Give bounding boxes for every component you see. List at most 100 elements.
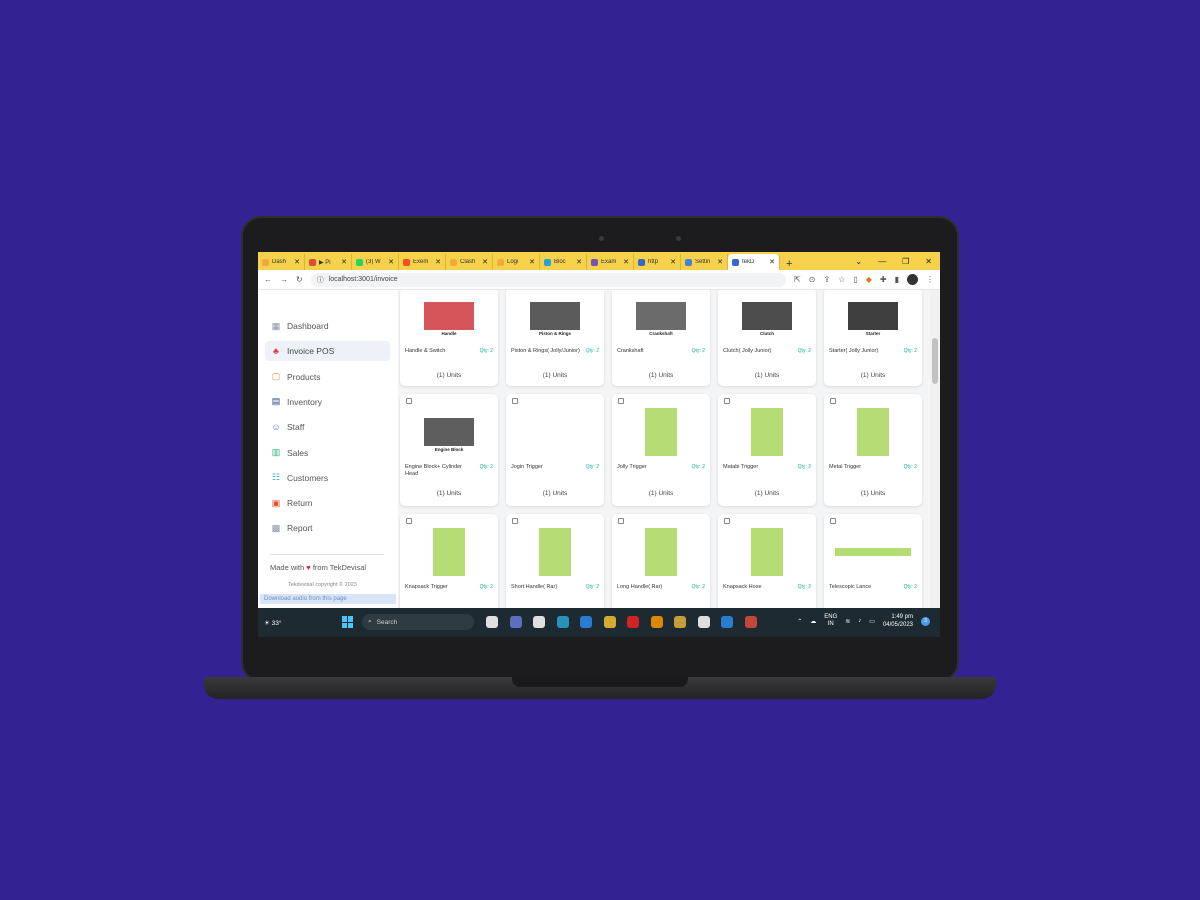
browser-tab[interactable]: Dash ✕ (258, 254, 305, 270)
taskbar-search[interactable]: ⌕ Search (362, 614, 474, 630)
taskbar-app-icon[interactable] (580, 616, 592, 628)
info-icon[interactable]: ⓘ (317, 275, 324, 285)
browser-tab[interactable]: Logi ✕ (493, 254, 540, 270)
taskbar-app-icon[interactable] (556, 616, 569, 628)
close-icon[interactable]: ✕ (341, 258, 347, 266)
taskbar-app-icon[interactable] (486, 616, 498, 628)
back-icon[interactable]: ← (264, 275, 272, 284)
close-icon[interactable]: ✕ (294, 258, 300, 266)
sidebar-item-sales[interactable]: ▥ Sales (265, 443, 390, 463)
select-checkbox[interactable] (406, 518, 412, 524)
url-field[interactable]: ⓘ localhost:3001/invoice (310, 272, 787, 287)
select-checkbox[interactable] (724, 398, 730, 404)
minimize-icon[interactable]: — (878, 257, 886, 266)
taskbar-app-icon[interactable] (533, 616, 545, 628)
scrollbar-thumb[interactable] (932, 338, 938, 384)
browser-tab[interactable]: Settin ✕ (681, 254, 728, 270)
browser-tab[interactable]: Clash ✕ (446, 254, 493, 270)
extensions-icon[interactable]: ✚ (880, 275, 887, 284)
sidebar-item-products[interactable]: ▢ Products (265, 367, 390, 387)
browser-tab[interactable]: http ✕ (634, 254, 681, 270)
taskbar-app-icon[interactable] (721, 616, 733, 628)
taskbar-app-icon[interactable] (674, 616, 686, 628)
metamask-icon[interactable]: ◆ (866, 275, 872, 284)
sidebar-item-inventory[interactable]: ▤ Inventory (265, 392, 390, 412)
select-checkbox[interactable] (830, 518, 836, 524)
taskbar-app-icon[interactable] (744, 616, 757, 628)
browser-tab[interactable]: Bloc ✕ (540, 254, 587, 270)
scrollbar[interactable] (930, 290, 940, 608)
product-card[interactable]: Jogin Trigger Qty: 2 (1) Units (506, 394, 604, 506)
close-icon[interactable]: ✕ (435, 258, 441, 266)
product-card[interactable]: Clutch Clutch( Jolly Junior) Qty: 2 (1) Uni… (718, 290, 816, 386)
product-card[interactable]: Engine Block Engine Block+ Cylinder Head Q… (400, 394, 498, 506)
close-icon[interactable]: ✕ (388, 258, 394, 266)
product-card[interactable]: Starter Starter( Jolly Junior) Qty: 2 (1) U… (824, 290, 922, 386)
new-tab-button[interactable]: + (780, 258, 798, 270)
taskbar-app-icon[interactable] (650, 616, 663, 628)
sidebar-item-dashboard[interactable]: ▦ Dashboard (265, 316, 390, 336)
product-card[interactable]: Telescopic Lance Qty: 2 (824, 514, 922, 608)
select-checkbox[interactable] (830, 398, 836, 404)
send-icon[interactable]: ⇪ (823, 275, 830, 284)
profile-avatar[interactable] (907, 274, 918, 285)
forward-icon[interactable]: → (280, 275, 288, 284)
product-card[interactable]: Crankshaft Crankshaft Qty: 2 (1) Units (612, 290, 710, 386)
menu-icon[interactable]: ⋮ (926, 275, 934, 284)
weather-widget[interactable]: ☀ 33° (264, 619, 281, 627)
extension-a-icon[interactable]: ▯ (853, 275, 857, 284)
select-checkbox[interactable] (406, 398, 412, 404)
sidebar-item-report[interactable]: ▩ Report (265, 518, 390, 538)
lens-icon[interactable]: ⊙ (809, 275, 816, 284)
tab-search-icon[interactable]: ⌄ (855, 257, 862, 266)
reload-icon[interactable]: ↻ (296, 275, 303, 284)
close-icon[interactable]: ✕ (670, 258, 676, 266)
select-checkbox[interactable] (512, 398, 518, 404)
taskbar-app-icon[interactable] (603, 616, 616, 628)
taskbar-app-icon[interactable] (697, 616, 710, 628)
browser-tab[interactable]: tekD ✕ (728, 254, 780, 270)
volume-icon[interactable]: ♪ (858, 618, 861, 624)
close-icon[interactable]: ✕ (529, 258, 535, 266)
product-card[interactable]: Handle Handle & Switch Qty: 2 (1) Units (400, 290, 498, 386)
restore-icon[interactable]: ❐ (902, 257, 909, 266)
battery-icon[interactable]: ▭ (869, 618, 875, 625)
sidebar-item-return[interactable]: ▣ Return (265, 493, 390, 513)
browser-tab[interactable]: Exem ✕ (399, 254, 446, 270)
sidepanel-icon[interactable]: ▮ (895, 275, 899, 284)
browser-tab[interactable]: ▶ Pi ✕ (305, 254, 352, 270)
product-card[interactable]: Piston & Rings Piston & Rings( Jolly/Juni… (506, 290, 604, 386)
product-card[interactable]: Jolly Trigger Qty: 2 (1) Units (612, 394, 710, 506)
select-checkbox[interactable] (618, 518, 624, 524)
close-icon[interactable]: ✕ (576, 258, 582, 266)
product-card[interactable]: Matabi Trigger Qty: 2 (1) Units (718, 394, 816, 506)
share-icon[interactable]: ⇱ (794, 275, 801, 284)
sidebar-item-invoice-pos[interactable]: ♣ Invoice POS (265, 341, 390, 362)
windows-start-icon[interactable] (342, 616, 354, 628)
window-close-icon[interactable]: ✕ (925, 257, 932, 266)
select-checkbox[interactable] (512, 518, 518, 524)
notification-badge[interactable]: 3 (921, 616, 930, 626)
clock[interactable]: 1:49 pm 04/05/2023 (883, 613, 913, 629)
close-icon[interactable]: ✕ (769, 258, 775, 266)
browser-tab[interactable]: Exam ✕ (587, 254, 634, 270)
close-icon[interactable]: ✕ (623, 258, 629, 266)
select-checkbox[interactable] (724, 518, 730, 524)
product-card[interactable]: Long Handle( Rar) Qty: 2 (612, 514, 710, 608)
chevron-up-icon[interactable]: ⌃ (797, 618, 802, 625)
close-icon[interactable]: ✕ (717, 258, 723, 266)
product-card[interactable]: Short Handle( Rar) Qty: 2 (506, 514, 604, 608)
browser-tab[interactable]: (3) W ✕ (352, 254, 399, 270)
sidebar-item-customers[interactable]: ☷ Customers (265, 468, 390, 488)
taskbar-app-icon[interactable] (627, 616, 639, 628)
download-audio-bar[interactable]: Download audio from this page (260, 594, 396, 604)
wifi-icon[interactable]: ≋ (845, 618, 850, 625)
cloud-icon[interactable]: ☁ (810, 618, 816, 625)
bookmark-star-icon[interactable]: ☆ (838, 275, 845, 284)
product-card[interactable]: Metal Trigger Qty: 2 (1) Units (824, 394, 922, 506)
sidebar-item-staff[interactable]: ☺ Staff (265, 417, 390, 437)
product-card[interactable]: Knapsack Hose Qty: 2 (718, 514, 816, 608)
product-card[interactable]: Knapsack Trigger Qty: 2 (400, 514, 498, 608)
taskbar-app-icon[interactable] (509, 616, 522, 628)
language-indicator[interactable]: ENG IN (824, 614, 837, 628)
